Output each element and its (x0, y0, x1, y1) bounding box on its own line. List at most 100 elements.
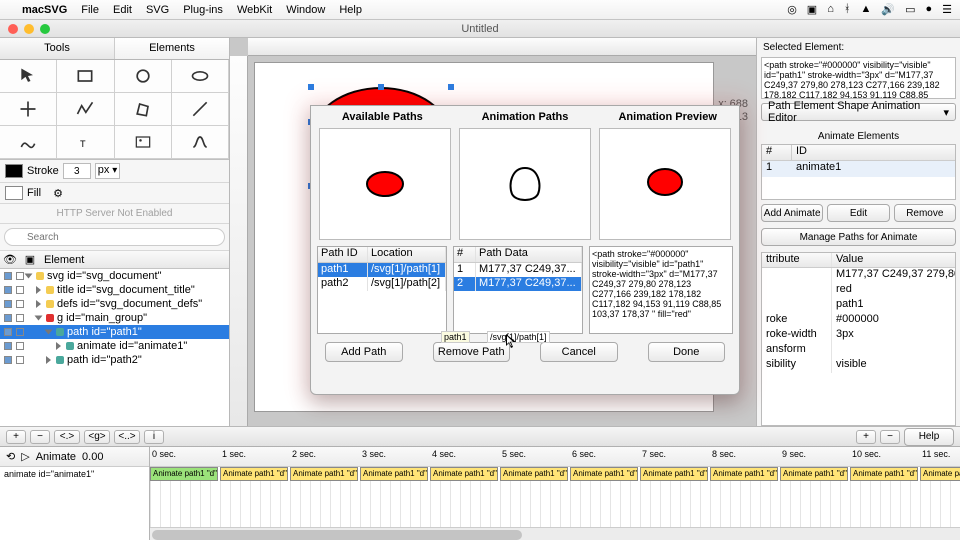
selected-element-source[interactable]: <path stroke="#000000" visibility="visib… (761, 57, 956, 99)
menu-window[interactable]: Window (286, 4, 325, 16)
info-button[interactable]: i (144, 430, 164, 444)
stroke-width-input[interactable] (63, 163, 91, 179)
help-button[interactable]: Help (904, 428, 954, 446)
menu-edit[interactable]: Edit (113, 4, 132, 16)
attribute-row[interactable]: red (762, 283, 955, 298)
status-icon[interactable]: ▣ (807, 3, 817, 16)
selection-handle[interactable] (448, 84, 454, 90)
scrollbar-thumb[interactable] (152, 530, 522, 540)
tab-tools[interactable]: Tools (0, 38, 115, 59)
done-button[interactable]: Done (648, 342, 726, 362)
wrap-button[interactable]: <.> (54, 430, 80, 444)
selection-handle[interactable] (308, 84, 314, 90)
attribute-row[interactable]: ansform (762, 343, 955, 358)
path-tool[interactable] (0, 126, 57, 159)
user-icon[interactable]: ● (925, 3, 932, 16)
remove-animate-button[interactable]: Remove (894, 204, 956, 222)
curve-tool[interactable] (172, 126, 229, 159)
lock-icon[interactable]: ▣ (20, 253, 40, 266)
volume-icon[interactable]: 🔊 (881, 3, 895, 16)
fill-color-swatch[interactable] (5, 186, 23, 200)
animate-elements-table[interactable]: #ID 1animate1 (761, 144, 956, 200)
rewind-icon[interactable]: ⟲ (6, 450, 15, 463)
tree-row[interactable]: animate id="animate1" (0, 339, 229, 353)
bluetooth-icon[interactable]: ᚼ (844, 3, 851, 16)
stroke-color-swatch[interactable] (5, 164, 23, 178)
timeline-ruler[interactable]: 0 sec.1 sec.2 sec.3 sec.4 sec.5 sec.6 se… (150, 447, 960, 467)
attribute-row[interactable]: path1 (762, 298, 955, 313)
add-path-button[interactable]: Add Path (325, 342, 403, 362)
timeline-segment[interactable]: Animate path1 "d" (640, 467, 708, 481)
attribute-row[interactable]: sibilityvisible (762, 358, 955, 373)
ungroup-button[interactable]: <..> (114, 430, 140, 444)
polyline-tool[interactable] (57, 93, 114, 126)
remove-path-button[interactable]: Remove Path (433, 342, 511, 362)
timeline-segment[interactable]: Animate path1 "d" (920, 467, 960, 481)
table-row[interactable]: 1M177,37 C249,37... (454, 263, 582, 277)
timeline-segment[interactable]: Animate path1 "d" (500, 467, 568, 481)
wifi-icon[interactable]: ▲ (860, 3, 871, 16)
attributes-table[interactable]: ttributeValue M177,37 C249,37 279,80...r… (761, 252, 956, 426)
remove-attr-button[interactable]: − (880, 430, 900, 444)
text-tool[interactable]: T (57, 126, 114, 159)
table-row[interactable]: path1/svg[1]/path[1] (318, 263, 446, 277)
crosshair-tool[interactable] (0, 93, 57, 126)
menu-svg[interactable]: SVG (146, 4, 169, 16)
tab-elements[interactable]: Elements (115, 38, 229, 59)
spotlight-icon[interactable]: ☰ (942, 3, 952, 16)
timeline-tracks[interactable]: Animate path1 "d"Animate path1 "d"Animat… (150, 467, 960, 527)
add-button[interactable]: + (6, 430, 26, 444)
timeline-segment[interactable]: Animate path1 "d" (780, 467, 848, 481)
tree-row[interactable]: path id="path1" (0, 325, 229, 339)
tree-row[interactable]: path id="path2" (0, 353, 229, 367)
timeline-segment[interactable]: Animate path1 "d" (430, 467, 498, 481)
line-tool[interactable] (172, 93, 229, 126)
tree-row[interactable]: defs id="svg_document_defs" (0, 297, 229, 311)
timeline-track-label[interactable]: animate id="animate1" (0, 467, 149, 540)
timeline-segment[interactable]: Animate path1 "d" (150, 467, 218, 481)
zoom-button[interactable] (40, 24, 50, 34)
menu-plugins[interactable]: Plug-ins (183, 4, 223, 16)
image-tool[interactable] (115, 126, 172, 159)
eye-icon[interactable]: 👁 (0, 253, 20, 266)
add-attr-button[interactable]: + (856, 430, 876, 444)
attribute-row[interactable]: roke-width3px (762, 328, 955, 343)
animation-paths-table[interactable]: #Path Data 1M177,37 C249,37...2M177,37 C… (453, 246, 583, 334)
table-row[interactable]: path2/svg[1]/path[2] (318, 277, 446, 291)
timeline-segment[interactable]: Animate path1 "d" (290, 467, 358, 481)
polygon-tool[interactable] (115, 93, 172, 126)
close-button[interactable] (8, 24, 18, 34)
editor-mode-dropdown[interactable]: Path Element Shape Animation Editor▾ (761, 103, 956, 121)
battery-icon[interactable]: ▭ (905, 3, 915, 16)
stroke-unit-select[interactable]: px ▾ (95, 163, 120, 179)
edit-animate-button[interactable]: Edit (827, 204, 889, 222)
timeline-segment[interactable]: Animate path1 "d" (570, 467, 638, 481)
timeline-segment[interactable]: Animate path1 "d" (360, 467, 428, 481)
rect-tool[interactable] (57, 60, 114, 93)
tree-row[interactable]: title id="svg_document_title" (0, 283, 229, 297)
menu-help[interactable]: Help (339, 4, 362, 16)
add-animate-button[interactable]: Add Animate (761, 204, 823, 222)
group-button[interactable]: <g> (84, 430, 110, 444)
remove-button[interactable]: − (30, 430, 50, 444)
attribute-row[interactable]: M177,37 C249,37 279,80... (762, 268, 955, 283)
ellipse-tool[interactable] (172, 60, 229, 93)
app-menu[interactable]: macSVG (22, 4, 67, 16)
timeline-segment[interactable]: Animate path1 "d" (220, 467, 288, 481)
table-row[interactable]: 2M177,37 C249,37... (454, 277, 582, 291)
cancel-button[interactable]: Cancel (540, 342, 618, 362)
selection-handle[interactable] (378, 84, 384, 90)
timeline-scrollbar[interactable] (150, 527, 960, 540)
menu-file[interactable]: File (81, 4, 99, 16)
tree-row[interactable]: g id="main_group" (0, 311, 229, 325)
timeline-segment[interactable]: Animate path1 "d" (850, 467, 918, 481)
status-icon[interactable]: ◎ (787, 3, 797, 16)
menu-webkit[interactable]: WebKit (237, 4, 272, 16)
status-icon[interactable]: ⌂ (827, 3, 834, 16)
attribute-row[interactable]: roke#000000 (762, 313, 955, 328)
gear-icon[interactable]: ⚙ (53, 187, 63, 200)
timeline-segment[interactable]: Animate path1 "d" (710, 467, 778, 481)
tree-row[interactable]: svg id="svg_document" (0, 269, 229, 283)
manage-paths-button[interactable]: Manage Paths for Animate (761, 228, 956, 246)
available-paths-table[interactable]: Path IDLocation path1/svg[1]/path[1]path… (317, 246, 447, 334)
